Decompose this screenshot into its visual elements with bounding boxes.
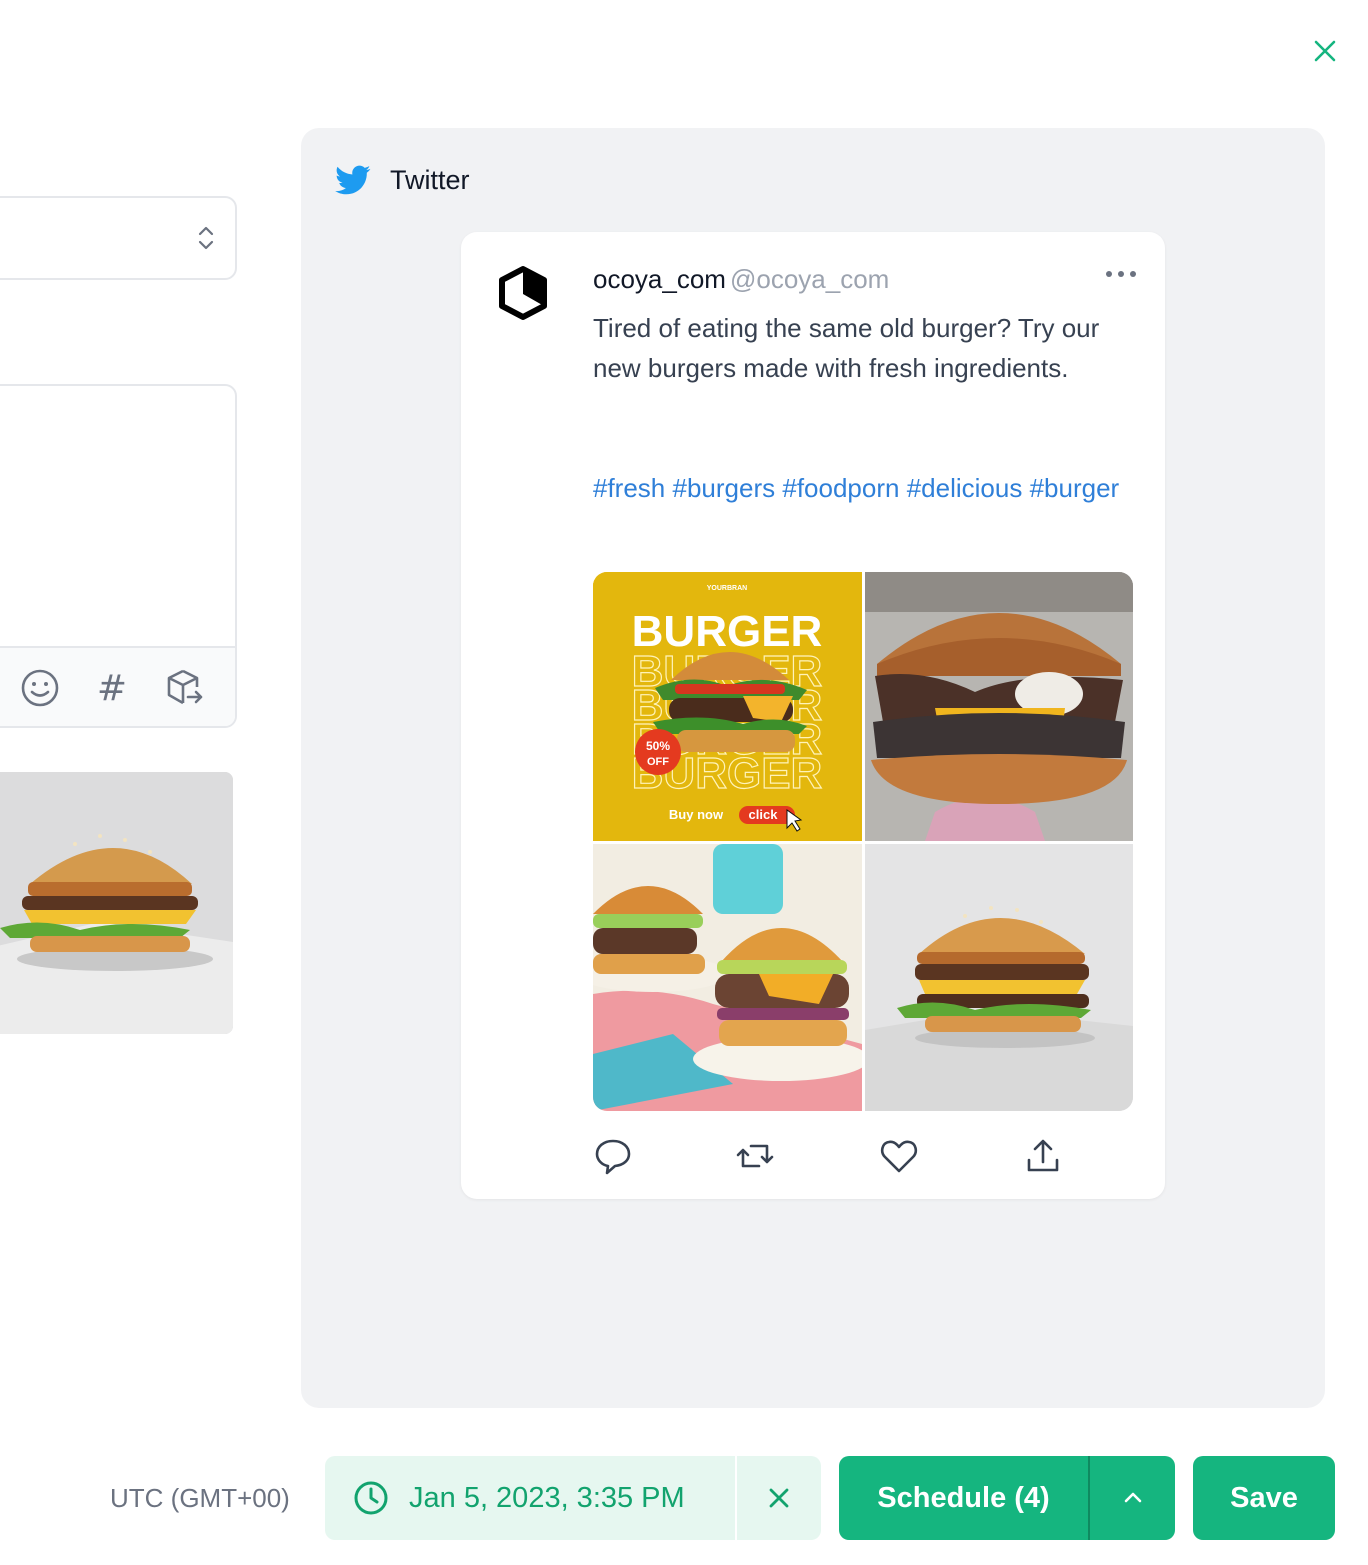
tweet-header: ocoya_com @ocoya_com <box>593 264 889 295</box>
hashtag-link[interactable]: #burgers <box>673 473 776 503</box>
media-image-2[interactable] <box>865 572 1133 841</box>
media-image-promo[interactable]: YOURBRAN BURGER BURGER BURGER BURGER BUR… <box>593 572 862 841</box>
preview-panel: Twitter ocoya_com @ocoya_com Tired of eat… <box>301 128 1325 1408</box>
hashtag-button[interactable]: # <box>90 666 134 710</box>
share-icon[interactable] <box>1023 1136 1063 1176</box>
promo-brand: YOURBRAN <box>707 585 747 592</box>
media-image-3[interactable] <box>593 844 862 1111</box>
like-icon[interactable] <box>879 1136 919 1176</box>
account-select[interactable] <box>0 196 237 280</box>
close-button[interactable] <box>1308 34 1342 68</box>
datetime-picker: Jan 5, 2023, 3:35 PM <box>325 1456 821 1540</box>
tweet-hashtags: #fresh #burgers #foodporn #delicious #bu… <box>593 468 1123 508</box>
editor-toolbar: # <box>0 646 235 726</box>
library-button[interactable] <box>162 666 206 710</box>
burger-photo <box>865 844 1133 1111</box>
media-thumbnail[interactable] <box>0 772 233 1034</box>
platform-header: Twitter <box>333 162 470 198</box>
hashtag-icon: # <box>96 667 128 709</box>
timezone-label: UTC (GMT+00) <box>110 1483 290 1513</box>
datetime-button[interactable]: Jan 5, 2023, 3:35 PM <box>325 1456 735 1540</box>
burger-photo <box>0 772 233 1034</box>
datetime-value: Jan 5, 2023, 3:35 PM <box>409 1481 685 1514</box>
tweet-card: ocoya_com @ocoya_com Tired of eating the … <box>461 232 1165 1199</box>
schedule-button[interactable]: Schedule (4) <box>839 1456 1088 1540</box>
post-editor[interactable]: # <box>0 384 237 728</box>
hashtag-link[interactable]: #delicious <box>907 473 1023 503</box>
hashtag-link[interactable]: #foodporn <box>782 473 899 503</box>
clear-date-button[interactable] <box>737 1456 821 1540</box>
account-name: ocoya_com <box>593 264 726 294</box>
close-icon <box>769 1488 789 1508</box>
promo-badge-percent: 50% <box>646 739 670 753</box>
promo-cta: Buy now <box>669 807 724 822</box>
retweet-icon[interactable] <box>735 1136 775 1176</box>
emoji-button[interactable] <box>18 666 62 710</box>
tweet-actions <box>593 1136 1133 1180</box>
platform-name: Twitter <box>390 164 470 195</box>
close-icon <box>1314 40 1336 62</box>
hashtag-link[interactable]: #fresh <box>593 473 665 503</box>
avatar <box>499 266 547 320</box>
promo-cta-click: click <box>749 807 779 822</box>
more-options-icon[interactable] <box>1101 262 1141 286</box>
tweet-media-grid: YOURBRAN BURGER BURGER BURGER BURGER BUR… <box>593 572 1133 1111</box>
hashtag-link[interactable]: #burger <box>1030 473 1120 503</box>
schedule-options-button[interactable] <box>1090 1456 1175 1540</box>
clock-icon <box>354 1481 388 1515</box>
library-export-icon <box>167 669 203 705</box>
twitter-icon <box>335 165 371 195</box>
media-image-4[interactable] <box>865 844 1133 1111</box>
reply-icon[interactable] <box>593 1136 633 1176</box>
tweet-text: Tired of eating the same old burger? Try… <box>593 313 1100 383</box>
promo-badge-off: OFF <box>647 756 669 768</box>
schedule-button-group: Schedule (4) <box>839 1456 1175 1540</box>
emoji-icon <box>21 669 59 707</box>
burger-photo <box>593 844 862 1111</box>
save-button[interactable]: Save <box>1193 1456 1335 1540</box>
chevron-up-icon <box>1124 1492 1141 1503</box>
promo-poster: YOURBRAN BURGER BURGER BURGER BURGER BUR… <box>593 572 862 841</box>
account-handle: @ocoya_com <box>729 264 890 294</box>
burger-photo <box>865 572 1133 841</box>
chevron-up-down-icon <box>198 226 214 250</box>
